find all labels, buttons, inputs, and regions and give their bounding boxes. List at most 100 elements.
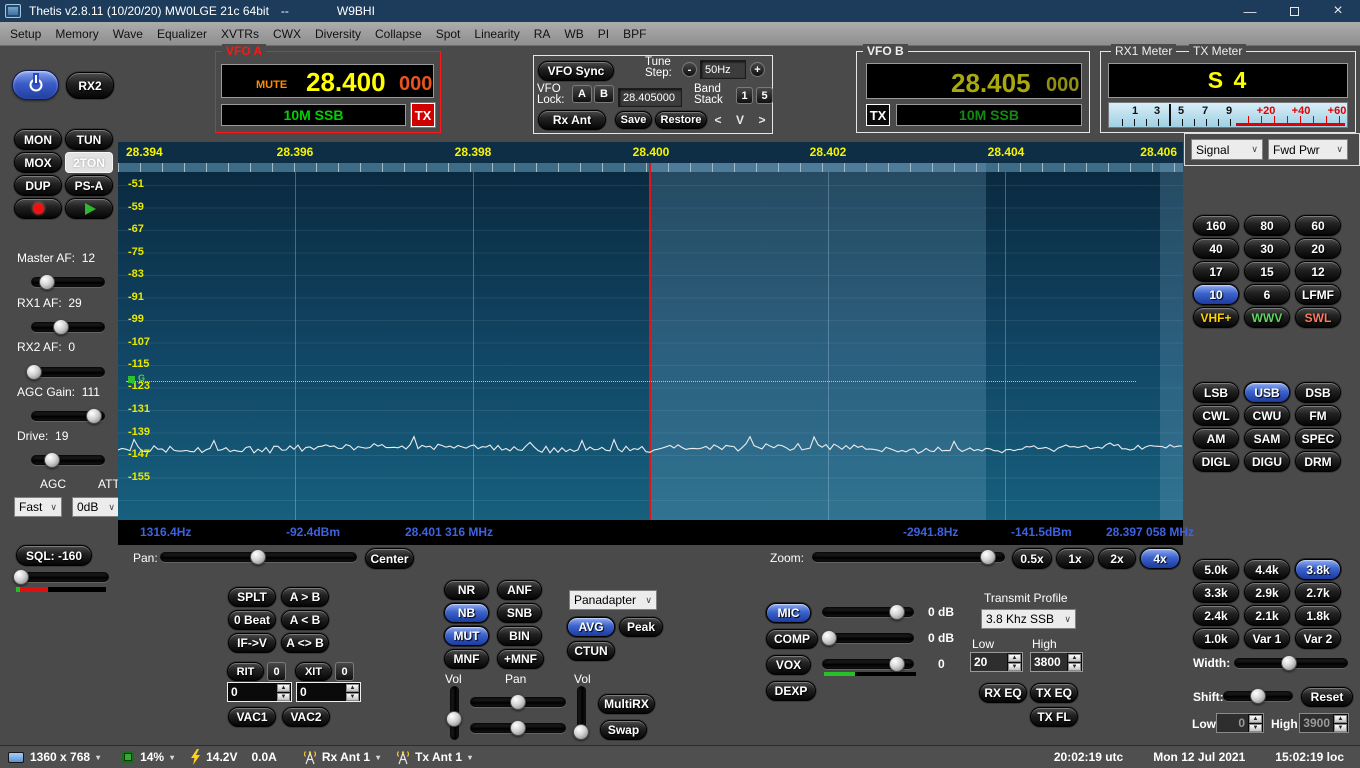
transmit-profile-select[interactable]: 3.8 Khz SSB∨ — [981, 609, 1076, 629]
mode-dsb-button[interactable]: DSB — [1295, 382, 1341, 403]
vfo-sync-button[interactable]: VFO Sync — [538, 61, 614, 81]
rit-stepper[interactable]: 0▲▼ — [227, 682, 292, 702]
filter-var2-button[interactable]: Var 2 — [1295, 628, 1341, 649]
filter-33-button[interactable]: 3.3k — [1193, 582, 1239, 603]
mnf-button[interactable]: MNF — [444, 649, 489, 669]
mode-digl-button[interactable]: DIGL — [1193, 451, 1239, 472]
mode-fm-button[interactable]: FM — [1295, 405, 1341, 426]
zoom-thumb[interactable] — [980, 549, 996, 565]
shift-thumb[interactable] — [1250, 688, 1266, 704]
master-af-thumb[interactable] — [39, 274, 55, 290]
2ton-button[interactable]: 2TON — [65, 152, 113, 173]
pan2-thumb[interactable] — [510, 720, 526, 736]
peak-button[interactable]: Peak — [619, 617, 663, 637]
mode-drm-button[interactable]: DRM — [1295, 451, 1341, 472]
band-swl-button[interactable]: SWL — [1295, 307, 1341, 328]
nav-prev-button[interactable]: < — [711, 112, 725, 128]
vol2-thumb[interactable] — [573, 724, 589, 740]
band-20-button[interactable]: 20 — [1295, 238, 1341, 259]
vfo-b-tx-button[interactable]: TX — [866, 104, 890, 126]
mode-cwu-button[interactable]: CWU — [1244, 405, 1290, 426]
dup-button[interactable]: DUP — [14, 175, 62, 196]
xit-zero-button[interactable]: 0 — [335, 662, 354, 681]
resolution-select[interactable]: 1360 x 768 ▾ — [8, 750, 100, 764]
zoom-2x-button[interactable]: 2x — [1098, 548, 1136, 569]
filter-44-button[interactable]: 4.4k — [1244, 559, 1290, 580]
snb-button[interactable]: SNB — [497, 603, 542, 623]
xit-button[interactable]: XIT — [295, 662, 332, 681]
tun-button[interactable]: TUN — [65, 129, 113, 150]
ps-a-button[interactable]: PS-A — [65, 175, 113, 196]
mode-usb-button[interactable]: USB — [1244, 382, 1290, 403]
menu-xvtrs[interactable]: XVTRs — [221, 27, 259, 41]
menu-bpf[interactable]: BPF — [623, 27, 646, 41]
menu-ra[interactable]: RA — [534, 27, 551, 41]
zoom-slider[interactable] — [812, 552, 1005, 562]
swap-button[interactable]: Swap — [600, 720, 647, 740]
reset-button[interactable]: Reset — [1301, 687, 1353, 707]
rit-button[interactable]: RIT — [227, 662, 264, 681]
mon-button[interactable]: MON — [14, 129, 62, 150]
rx-meter-mode-select[interactable]: Signal∨ — [1191, 139, 1263, 160]
display-mode-select[interactable]: Panadapter∨ — [569, 590, 657, 610]
tx-meter-mode-select[interactable]: Fwd Pwr∨ — [1268, 139, 1348, 160]
mut-button[interactable]: MUT — [444, 626, 489, 646]
rx2-af-thumb[interactable] — [26, 364, 42, 380]
cpu-usage[interactable]: 14% ▾ — [122, 750, 174, 764]
zoom-1x-button[interactable]: 1x — [1056, 548, 1094, 569]
band-wwv-button[interactable]: WWV — [1244, 307, 1290, 328]
mic-thumb[interactable] — [889, 604, 905, 620]
menu-linearity[interactable]: Linearity — [474, 27, 519, 41]
mode-spec-button[interactable]: SPEC — [1295, 428, 1341, 449]
band-stack-5-button[interactable]: 5 — [756, 87, 773, 104]
nr-button[interactable]: NR — [444, 580, 489, 600]
mode-sam-button[interactable]: SAM — [1244, 428, 1290, 449]
filter-5k-button[interactable]: 5.0k — [1193, 559, 1239, 580]
vfo-a-tx-button[interactable]: TX — [411, 103, 435, 127]
menu-cwx[interactable]: CWX — [273, 27, 301, 41]
tx-fl-button[interactable]: TX FL — [1030, 707, 1078, 727]
drive-thumb[interactable] — [44, 452, 60, 468]
agc-threshold-line[interactable] — [126, 381, 1136, 382]
mode-lsb-button[interactable]: LSB — [1193, 382, 1239, 403]
mode-am-button[interactable]: AM — [1193, 428, 1239, 449]
avg-button[interactable]: AVG — [567, 617, 615, 637]
restore-button[interactable]: Restore — [655, 111, 707, 129]
rx-eq-button[interactable]: RX EQ — [979, 683, 1027, 703]
panadapter[interactable]: 28.394 28.396 28.398 28.400 28.402 28.40… — [118, 142, 1183, 545]
tune-step-minus-button[interactable]: - — [682, 62, 697, 77]
minimize-icon[interactable]: — — [1228, 0, 1272, 22]
vfo-lock-b-button[interactable]: B — [594, 85, 614, 103]
band-15-button[interactable]: 15 — [1244, 261, 1290, 282]
filter-10-button[interactable]: 1.0k — [1193, 628, 1239, 649]
menu-wave[interactable]: Wave — [113, 27, 143, 41]
filter-29-button[interactable]: 2.9k — [1244, 582, 1290, 603]
mic-button[interactable]: MIC — [766, 603, 811, 623]
rx2-button[interactable]: RX2 — [66, 72, 114, 99]
band-60-button[interactable]: 60 — [1295, 215, 1341, 236]
agc-gain-thumb[interactable] — [86, 408, 102, 424]
dexp-button[interactable]: DEXP — [766, 681, 816, 701]
close-icon[interactable]: × — [1316, 0, 1360, 22]
rit-zero-button[interactable]: 0 — [267, 662, 286, 681]
sql-slider[interactable] — [15, 572, 109, 582]
filter-low-stepper[interactable]: 0▲▼ — [1216, 713, 1264, 733]
vfo-a-frequency-display[interactable]: MUTE 28.400 000 — [221, 64, 434, 98]
ctun-button[interactable]: CTUN — [567, 641, 615, 661]
save-button[interactable]: Save — [615, 111, 652, 129]
band-vhf-button[interactable]: VHF+ — [1193, 307, 1239, 328]
split-button[interactable]: SPLT — [228, 587, 276, 607]
band-6-button[interactable]: 6 — [1244, 284, 1290, 305]
band-40-button[interactable]: 40 — [1193, 238, 1239, 259]
rx-ant-button[interactable]: Rx Ant — [538, 110, 606, 130]
a-swap-b-button[interactable]: A <> B — [281, 633, 329, 653]
band-17-button[interactable]: 17 — [1193, 261, 1239, 282]
zero-beat-button[interactable]: 0 Beat — [228, 610, 276, 630]
play-button[interactable] — [65, 198, 113, 219]
nb-button[interactable]: NB — [444, 603, 489, 623]
zoom-05x-button[interactable]: 0.5x — [1012, 548, 1052, 569]
menu-equalizer[interactable]: Equalizer — [157, 27, 207, 41]
menu-memory[interactable]: Memory — [55, 27, 98, 41]
frequency-entry-field[interactable]: 28.405000 — [618, 88, 682, 107]
drive-slider[interactable] — [31, 455, 105, 465]
